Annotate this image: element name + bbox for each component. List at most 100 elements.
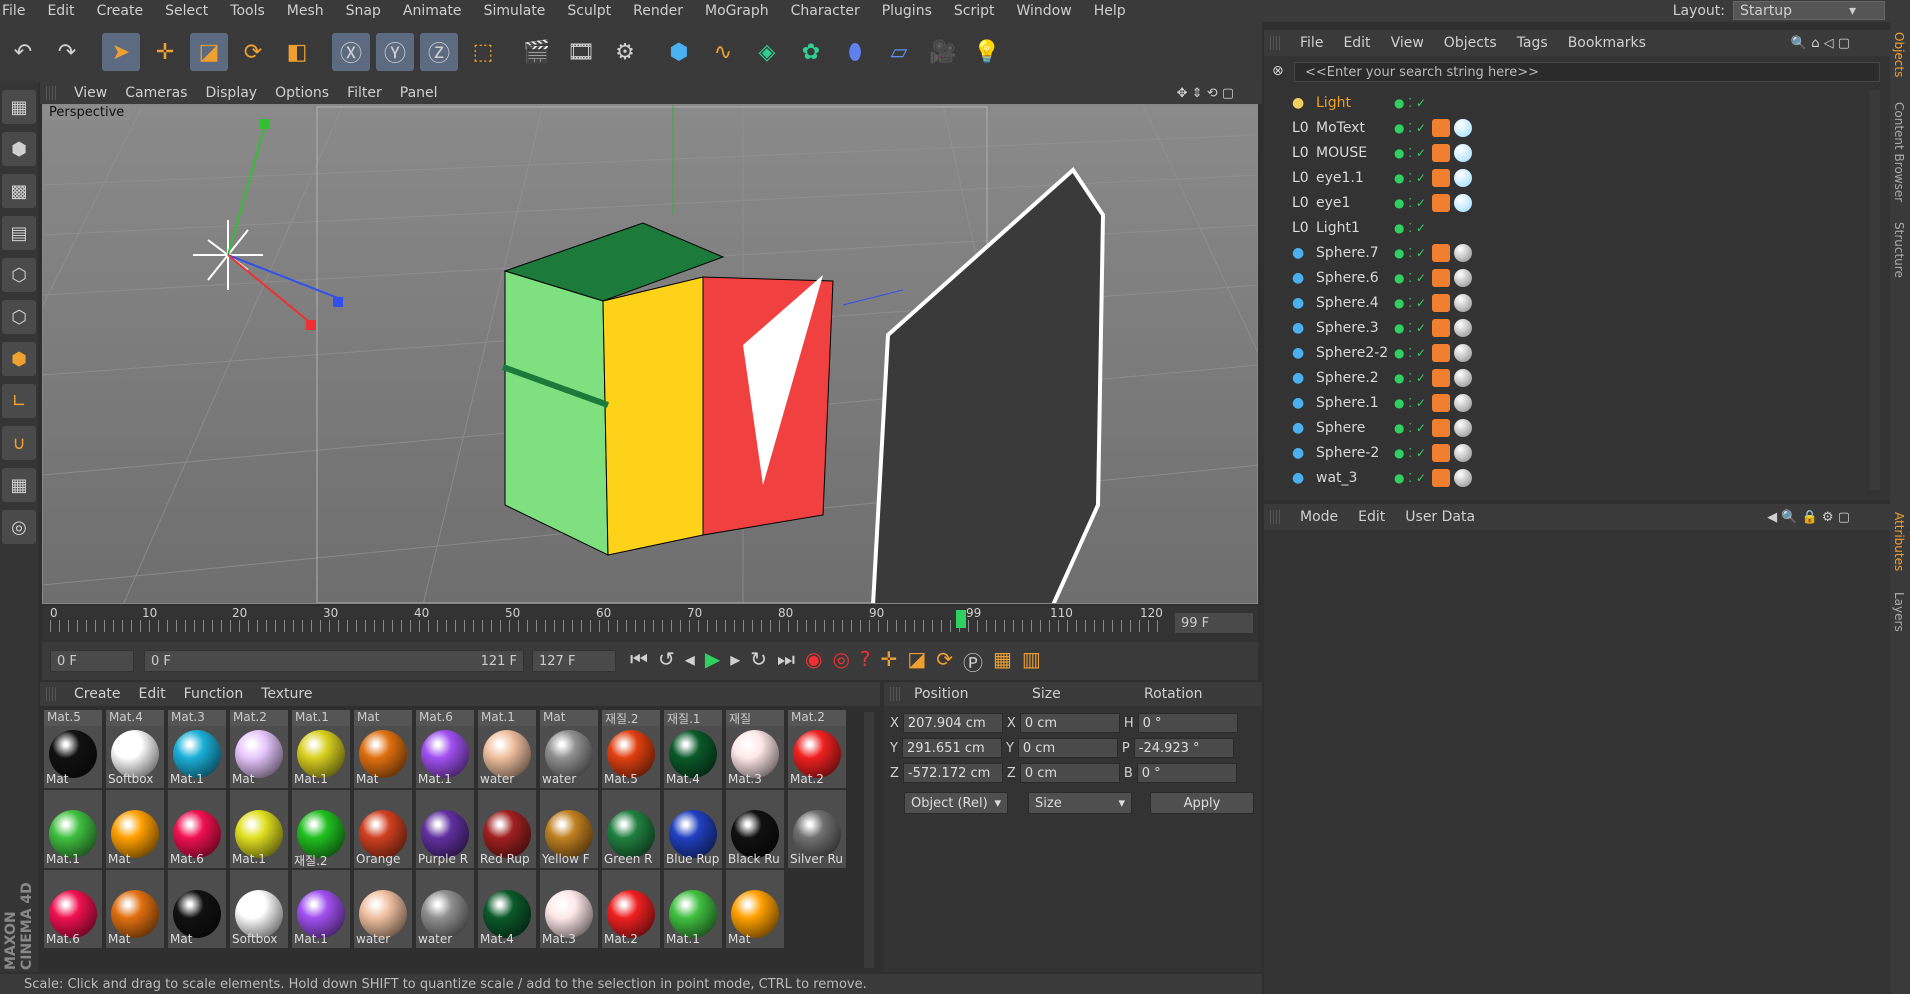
object-toolbar-icons[interactable]: 🔍 ⌂ ◁ ▢ — [1791, 36, 1850, 51]
z-axis-icon[interactable]: Ⓩ — [420, 33, 458, 71]
make-editable-icon[interactable]: ▦ — [2, 90, 36, 124]
object-row[interactable]: L0 MoText ● ⁚ ✓ — [1270, 115, 1866, 140]
visibility-dots-icon[interactable]: ● ⁚ ✓ — [1394, 296, 1426, 310]
menu-plugins[interactable]: Plugins — [882, 3, 932, 19]
material-swatch[interactable]: Blue Rup — [664, 790, 722, 868]
x-axis-icon[interactable]: Ⓧ — [332, 33, 370, 71]
viewport-menu-options[interactable]: Options — [275, 85, 329, 101]
position-y-field[interactable]: 291.651 cm — [901, 738, 1002, 758]
rotate-icon[interactable]: ⟳ — [234, 33, 272, 71]
material-tag-icon[interactable] — [1454, 443, 1472, 462]
material-tag-icon[interactable] — [1454, 293, 1472, 312]
tab-structure[interactable]: Structure — [1892, 222, 1906, 278]
position-z-field[interactable]: -572.172 cm — [902, 763, 1003, 783]
next-key-icon[interactable]: ↻ — [750, 647, 767, 676]
menu-edit[interactable]: Edit — [47, 3, 74, 19]
object-row[interactable]: ● Sphere.4 ● ⁚ ✓ — [1270, 290, 1866, 315]
close-search-icon[interactable]: ⊗ — [1272, 63, 1284, 79]
size-mode-dropdown[interactable]: Size ▾ — [1028, 792, 1132, 814]
key-pla-icon[interactable]: ▦ — [993, 647, 1012, 676]
menu-select[interactable]: Select — [165, 3, 208, 19]
material-swatch[interactable]: 재질.1 Mat.4 — [664, 710, 722, 788]
lock-workplane-icon[interactable]: ◎ — [2, 510, 36, 544]
autokey-icon[interactable]: ◎ — [832, 647, 849, 676]
subdivision-icon[interactable]: ◈ — [748, 33, 786, 71]
display-tag-icon[interactable] — [1432, 468, 1450, 487]
material-tag-icon[interactable] — [1454, 268, 1472, 287]
timeline-window-icon[interactable]: ▥ — [1022, 647, 1041, 676]
material-swatch[interactable]: water — [416, 870, 474, 948]
material-swatch[interactable]: Mat.1 — [292, 870, 350, 948]
material-swatch[interactable]: Mat.3 Mat.1 — [168, 710, 226, 788]
material-swatch[interactable]: Mat.2 Mat — [230, 710, 288, 788]
visibility-dots-icon[interactable]: ● ⁚ ✓ — [1394, 371, 1426, 385]
workplane-icon[interactable]: ▤ — [2, 216, 36, 250]
prev-key-icon[interactable]: ↺ — [658, 647, 675, 676]
y-axis-icon[interactable]: Ⓨ — [376, 33, 414, 71]
object-row[interactable]: ● Sphere.7 ● ⁚ ✓ — [1270, 240, 1866, 265]
display-tag-icon[interactable] — [1432, 143, 1450, 162]
cube-icon[interactable]: ⬢ — [660, 33, 698, 71]
record-icon[interactable]: ◉ — [805, 647, 822, 676]
material-swatch[interactable]: 재질.2 Mat.5 — [602, 710, 660, 788]
display-tag-icon[interactable] — [1432, 318, 1450, 337]
object-menu-tags[interactable]: Tags — [1517, 35, 1548, 51]
material-menu-function[interactable]: Function — [184, 686, 244, 702]
material-menu-create[interactable]: Create — [74, 686, 121, 702]
position-x-field[interactable]: 207.904 cm — [902, 713, 1003, 733]
end-frame-field[interactable]: 127 F — [532, 650, 616, 672]
workplane-grid-icon[interactable]: ▦ — [2, 468, 36, 502]
object-row[interactable]: ● Sphere2-2 ● ⁚ ✓ — [1270, 340, 1866, 365]
attribute-menu-edit[interactable]: Edit — [1358, 509, 1385, 525]
viewport-menu-display[interactable]: Display — [205, 85, 257, 101]
material-tag-icon[interactable] — [1454, 168, 1472, 187]
menu-animate[interactable]: Animate — [403, 3, 462, 19]
material-swatch[interactable]: Mat.1 — [664, 870, 722, 948]
size-x-field[interactable]: 0 cm — [1019, 713, 1120, 733]
menu-render[interactable]: Render — [633, 3, 683, 19]
object-search-input[interactable]: <<Enter your search string here>> — [1294, 62, 1880, 82]
object-menu-objects[interactable]: Objects — [1444, 35, 1497, 51]
visibility-dots-icon[interactable]: ● ⁚ ✓ — [1394, 221, 1426, 235]
material-swatch[interactable]: Mat.3 — [540, 870, 598, 948]
menu-file[interactable]: File — [2, 3, 25, 19]
texture-mode-icon[interactable]: ▩ — [2, 174, 36, 208]
object-menu-file[interactable]: File — [1300, 35, 1323, 51]
axis-icon[interactable]: ∟ — [2, 384, 36, 418]
object-scrollbar[interactable] — [1870, 90, 1880, 490]
material-menu-edit[interactable]: Edit — [139, 686, 166, 702]
material-tag-icon[interactable] — [1454, 368, 1472, 387]
size-y-field[interactable]: 0 cm — [1017, 738, 1118, 758]
object-menu-bookmarks[interactable]: Bookmarks — [1568, 35, 1646, 51]
rotation-h-field[interactable]: 0 ° — [1137, 713, 1238, 733]
prev-frame-icon[interactable]: ◂ — [685, 647, 695, 676]
render-picture-viewer-icon[interactable]: 🎞 — [562, 33, 600, 71]
viewport-menu-cameras[interactable]: Cameras — [125, 85, 187, 101]
attribute-menu-user-data[interactable]: User Data — [1405, 509, 1475, 525]
material-scrollbar[interactable] — [864, 712, 874, 968]
object-row[interactable]: ● Sphere ● ⁚ ✓ — [1270, 415, 1866, 440]
key-rotation-icon[interactable]: ⟳ — [936, 647, 953, 676]
goto-start-icon[interactable]: ⏮ — [630, 647, 648, 676]
deformer-icon[interactable]: ⬮ — [836, 33, 874, 71]
material-swatch[interactable]: Mat.1 — [44, 790, 102, 868]
menu-mograph[interactable]: MoGraph — [705, 3, 769, 19]
visibility-dots-icon[interactable]: ● ⁚ ✓ — [1394, 196, 1426, 210]
model-mode-icon[interactable]: ⬢ — [2, 132, 36, 166]
display-tag-icon[interactable] — [1432, 243, 1450, 262]
material-swatch[interactable]: 재질.2 — [292, 790, 350, 868]
object-row[interactable]: L0 eye1.1 ● ⁚ ✓ — [1270, 165, 1866, 190]
menu-simulate[interactable]: Simulate — [484, 3, 546, 19]
material-swatch[interactable]: Mat.4 — [478, 870, 536, 948]
coordinate-mode-dropdown[interactable]: Object (Rel) ▾ — [904, 792, 1008, 814]
spline-icon[interactable]: ∿ — [704, 33, 742, 71]
viewport-menu-panel[interactable]: Panel — [400, 85, 438, 101]
material-tag-icon[interactable] — [1454, 143, 1472, 162]
display-tag-icon[interactable] — [1432, 168, 1450, 187]
material-tag-icon[interactable] — [1454, 418, 1472, 437]
points-mode-icon[interactable]: ⬡ — [2, 258, 36, 292]
material-swatch[interactable]: Mat.5 Mat — [44, 710, 102, 788]
current-frame-field[interactable]: 99 F — [1174, 612, 1254, 634]
material-swatch[interactable]: Mat — [726, 870, 784, 948]
mograph-cloner-icon[interactable]: ✿ — [792, 33, 830, 71]
